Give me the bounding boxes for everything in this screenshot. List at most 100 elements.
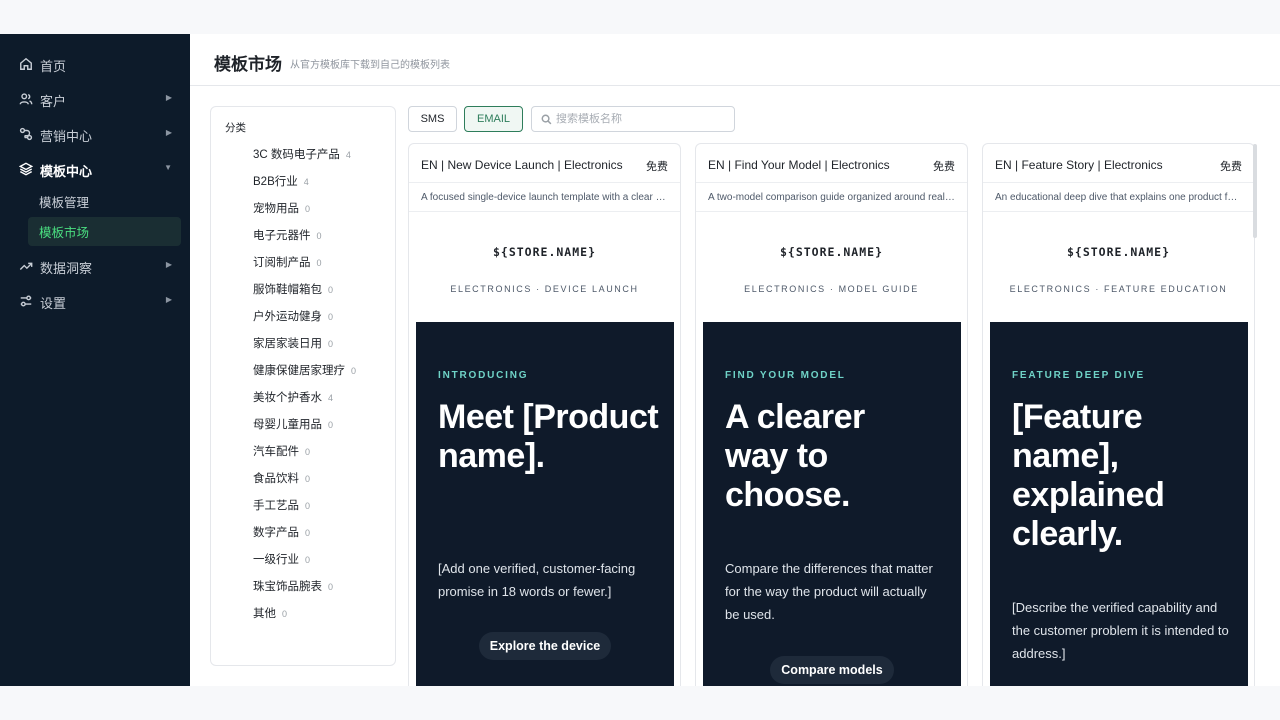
category-label: 美妆个护香水 [253,392,322,404]
category-item[interactable]: 母婴儿童用品 0 [253,416,333,432]
category-item[interactable]: 美妆个护香水 4 [253,389,333,405]
category-label: 食品饮料 [253,473,299,485]
category-title: 分类 [225,122,246,134]
tab-sms[interactable]: SMS [408,106,457,132]
category-label: 电子元器件 [253,230,311,242]
category-count: 0 [328,420,334,430]
cta-button: Compare models [770,656,894,684]
category-label: 手工艺品 [253,500,299,512]
hero-headline: A clearer way to choose. [725,398,865,514]
nav-item-settings[interactable]: 设置 ▶ [0,284,190,318]
category-item[interactable]: 食品饮料 0 [253,470,310,486]
category-item[interactable]: B2B行业 4 [253,173,309,189]
nav-item-customers[interactable]: 客户 ▶ [0,82,190,116]
card-description: A two-model comparison guide organized a… [696,183,967,212]
category-count: 4 [328,393,334,403]
hero-body: Compare the differences that matter for … [725,561,933,622]
chevron-right-icon: ▶ [165,93,172,102]
card-header: EN | Find Your Model | Electronics 免费 [696,144,967,183]
page-title: 模板市场 [214,55,282,74]
category-count: 4 [345,150,351,160]
nav-item-templates[interactable]: 模板中心 ▼ [0,152,190,186]
category-label: 服饰鞋帽箱包 [253,284,322,296]
price-badge: 免费 [933,161,955,173]
category-label: 宠物用品 [253,203,299,215]
category-count: 4 [303,177,309,187]
category-count: 0 [328,285,334,295]
trend-icon [19,259,33,273]
category-item[interactable]: 电子元器件 0 [253,227,322,243]
category-item[interactable]: 其他 0 [253,605,287,621]
category-item[interactable]: 3C 数码电子产品 4 [253,146,351,162]
nav-label: 设置 [40,296,67,311]
category-count: 0 [305,204,311,214]
template-category: ELECTRONICS · MODEL GUIDE [744,284,919,294]
nav-label: 客户 [40,94,67,109]
hero-body: [Add one verified, customer-facing promi… [438,561,636,599]
category-label: 数字产品 [253,527,299,539]
category-item[interactable]: 户外运动健身 0 [253,308,333,324]
nav-item-home[interactable]: 首页 [0,47,190,81]
sidebar: 首页 客户 ▶ 营销中心 ▶ 模板中心 ▼ 模板管理 模板市场 数据洞察 ▶ 设… [0,34,190,686]
category-item[interactable]: 汽车配件 0 [253,443,310,459]
search-icon [541,114,552,124]
nav-item-insights[interactable]: 数据洞察 ▶ [0,249,190,283]
category-item[interactable]: 服饰鞋帽箱包 0 [253,281,333,297]
sliders-icon [19,294,33,308]
page-header: 模板市场 从官方模板库下载到自己的模板列表 [190,34,1280,86]
category-count: 0 [305,447,311,457]
email-hero: FEATURE DEEP DIVE [Feature name], explai… [990,322,1248,686]
flow-icon [19,127,33,141]
nav-label: 数据洞察 [40,261,93,276]
scrollbar-thumb[interactable] [1253,144,1257,238]
layers-icon [19,162,33,176]
category-label: 母婴儿童用品 [253,419,322,431]
category-label: 订阅制产品 [253,257,311,269]
category-count: 0 [328,582,334,592]
category-item[interactable]: 订阅制产品 0 [253,254,322,270]
category-count: 0 [305,555,311,565]
template-card[interactable]: EN | New Device Launch | Electronics 免费 … [408,143,681,686]
page-subtitle: 从官方模板库下载到自己的模板列表 [290,60,450,71]
email-hero: FIND YOUR MODEL A clearer way to choose.… [703,322,961,686]
sub-item-template-management[interactable]: 模板管理 [28,187,181,216]
search-box[interactable] [531,106,735,132]
card-header: EN | Feature Story | Electronics 免费 [983,144,1254,183]
sub-item-template-market[interactable]: 模板市场 [28,217,181,246]
category-item[interactable]: 宠物用品 0 [253,200,310,216]
chevron-right-icon: ▶ [165,295,172,304]
card-title: EN | Find Your Model | Electronics [708,158,890,172]
chevron-down-icon: ▼ [164,163,172,172]
search-input[interactable] [556,113,726,125]
category-label: 汽车配件 [253,446,299,458]
category-count: 0 [328,312,334,322]
template-card[interactable]: EN | Feature Story | Electronics 免费 An e… [982,143,1255,686]
tab-email[interactable]: EMAIL [464,106,523,132]
category-count: 0 [316,231,322,241]
email-hero: INTRODUCING Meet [Product name]. [Add on… [416,322,674,686]
template-card[interactable]: EN | Find Your Model | Electronics 免费 A … [695,143,968,686]
category-item[interactable]: 一级行业 0 [253,551,310,567]
category-item[interactable]: 健康保健居家理疗 0 [253,362,356,378]
category-count: 0 [305,528,311,538]
nav-item-marketing[interactable]: 营销中心 ▶ [0,117,190,151]
category-item[interactable]: 珠宝饰品腕表 0 [253,578,333,594]
nav-label: 首页 [40,59,67,74]
card-title: EN | Feature Story | Electronics [995,158,1163,172]
category-label: 3C 数码电子产品 [253,149,340,161]
category-item[interactable]: 数字产品 0 [253,524,310,540]
card-title: EN | New Device Launch | Electronics [421,158,623,172]
chevron-right-icon: ▶ [165,260,172,269]
category-label: B2B行业 [253,176,298,188]
category-label: 家居家装日用 [253,338,322,350]
template-category: ELECTRONICS · FEATURE EDUCATION [1009,284,1228,294]
category-item[interactable]: 手工艺品 0 [253,497,310,513]
category-panel: 分类 3C 数码电子产品 4 B2B行业 4 宠物用品 0 电子元器件 0 订阅制产品 0… [210,106,396,666]
store-name: ${STORE.NAME} [1066,245,1170,259]
cta-button: Explore the device [479,632,611,660]
nav-label: 模板中心 [40,164,93,179]
hero-eyebrow: FIND YOUR MODEL [725,370,846,381]
category-item[interactable]: 家居家装日用 0 [253,335,333,351]
category-count: 0 [328,339,334,349]
hero-eyebrow: FEATURE DEEP DIVE [1012,370,1146,381]
